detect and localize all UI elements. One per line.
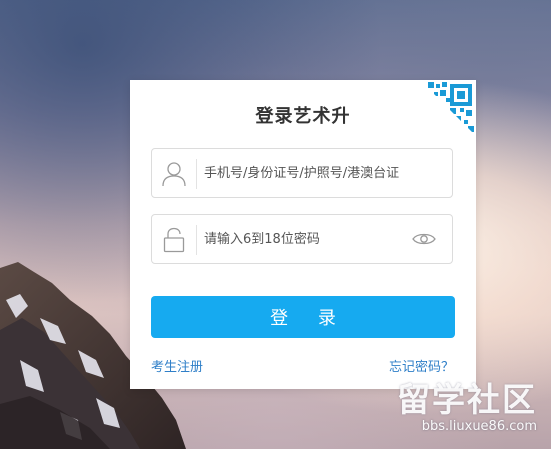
login-button[interactable]: 登 录 [151, 296, 455, 338]
login-card: 登录艺术升 登 录 考生注册 忘记密码？ [130, 80, 476, 389]
watermark-title: 留学社区 [397, 380, 537, 419]
site-watermark: 留学社区 bbs.liuxue86.com [367, 382, 537, 436]
forgot-password-link[interactable]: 忘记密码？ [389, 356, 454, 375]
account-field[interactable] [151, 148, 453, 198]
eye-icon[interactable] [412, 231, 436, 247]
login-title: 登录艺术升 [255, 106, 351, 127]
password-field[interactable] [151, 214, 453, 264]
lock-icon [163, 227, 185, 253]
field-divider [196, 225, 197, 255]
login-page: 登录艺术升 登 录 考生注册 忘记密码？ 留学社区 [0, 0, 551, 449]
field-divider [196, 159, 197, 189]
account-input[interactable] [204, 149, 444, 197]
password-input[interactable] [204, 215, 404, 263]
register-link[interactable]: 考生注册 [151, 356, 203, 375]
user-icon [162, 162, 186, 187]
watermark-url: bbs.liuxue86.com [421, 419, 537, 434]
